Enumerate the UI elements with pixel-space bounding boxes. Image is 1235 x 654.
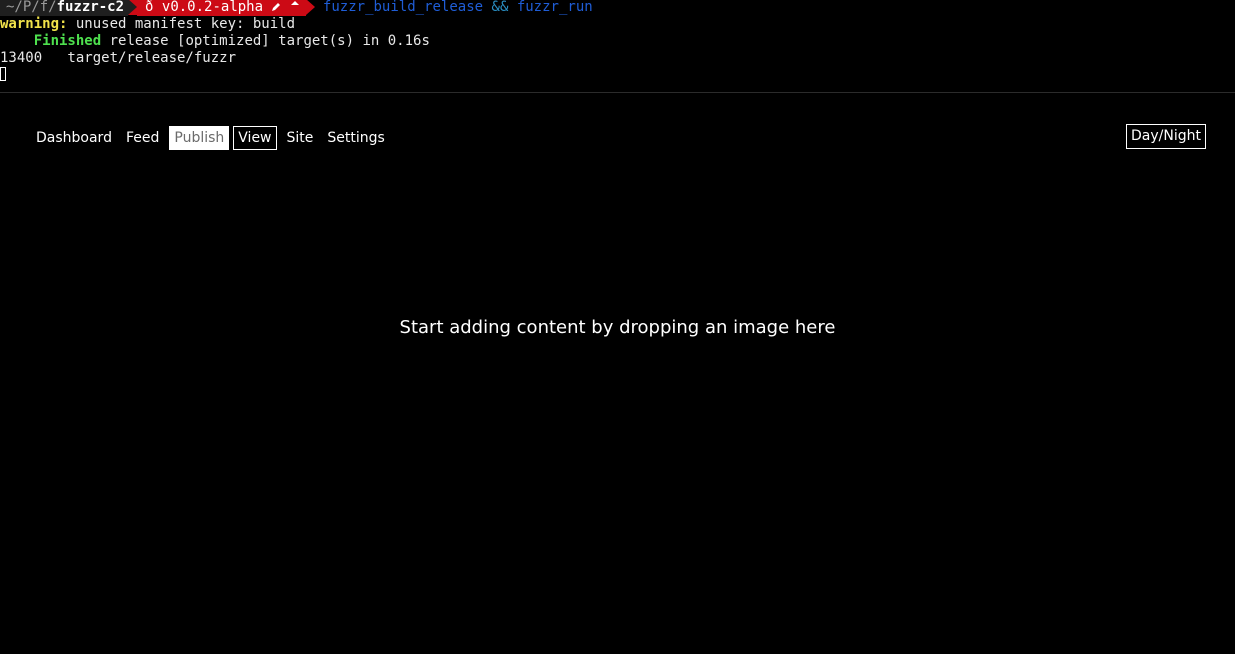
command-operator: && [491, 0, 509, 15]
output-warning-line: warning: unused manifest key: build [0, 16, 295, 33]
nav-site[interactable]: Site [281, 126, 320, 150]
powerline-separator [128, 0, 138, 15]
command-text: fuzzr_build_release && fuzzr_run [323, 0, 593, 15]
git-branch-icon: ð [145, 0, 154, 15]
nav-publish[interactable]: Publish [169, 125, 230, 150]
prompt-path-prefix: ~/P/f/ [6, 0, 57, 15]
up-arrow-icon [290, 0, 300, 15]
warning-label: warning: [0, 16, 68, 32]
nav-feed[interactable]: Feed [120, 126, 165, 150]
command-part2: fuzzr_run [516, 0, 593, 15]
prompt-path-current: fuzzr-c2 [56, 0, 125, 15]
finished-label: Finished [33, 33, 102, 49]
main-nav: Dashboard Feed Publish View Site Setting… [30, 125, 393, 150]
output-size-line: 13400 target/release/fuzzr [0, 50, 237, 66]
day-night-toggle-button[interactable]: Day/Night [1126, 124, 1206, 149]
powerline-separator-end [305, 0, 315, 15]
output-finished-line: Finished release [optimized] target(s) i… [0, 33, 430, 50]
git-branch-name: v0.0.2-alpha [161, 0, 264, 15]
nav-settings[interactable]: Settings [321, 126, 390, 150]
prompt-path-segment: ~/P/f/fuzzr-c2 [0, 0, 129, 16]
image-dropzone[interactable] [0, 173, 1235, 654]
terminal-cursor [0, 67, 6, 81]
dropzone-message: Start adding content by dropping an imag… [399, 317, 836, 338]
pencil-icon [271, 0, 281, 15]
command-part1: fuzzr_build_release [322, 0, 484, 15]
finished-text: release [optimized] target(s) in 0.16s [101, 33, 430, 49]
nav-view[interactable]: View [233, 125, 277, 150]
shell-prompt: ~/P/f/fuzzr-c2 ð v0.0.2-alpha fuzzr_build… [0, 0, 593, 16]
app-window: Dashboard Feed Publish View Site Setting… [0, 93, 1235, 654]
prompt-git-segment: ð v0.0.2-alpha [137, 0, 306, 16]
warning-text: unused manifest key: build [67, 16, 296, 32]
nav-dashboard[interactable]: Dashboard [30, 126, 118, 150]
terminal-pane: ~/P/f/fuzzr-c2 ð v0.0.2-alpha fuzzr_build… [0, 0, 1235, 92]
